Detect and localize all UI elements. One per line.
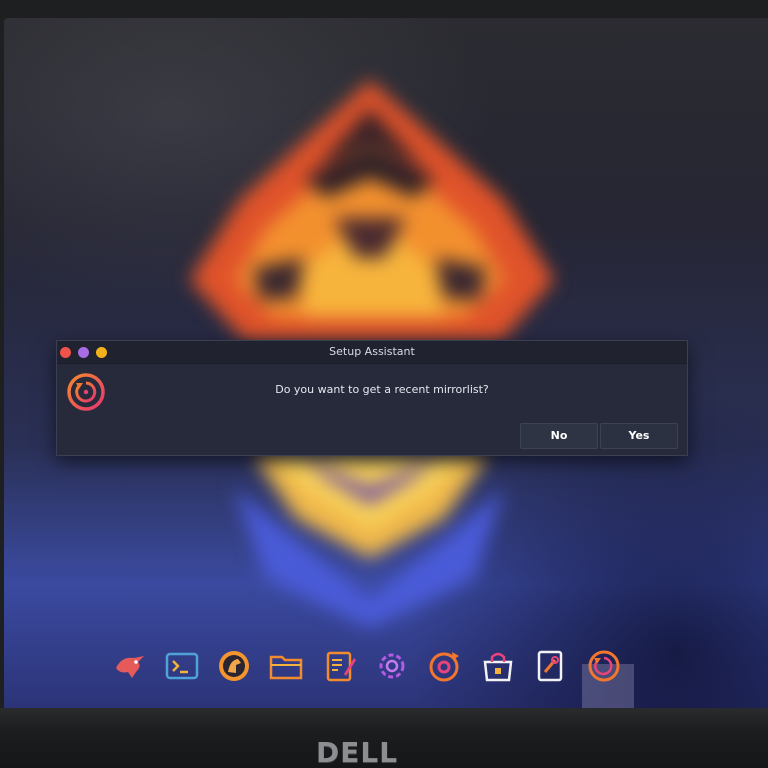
dialog-titlebar[interactable]: Setup Assistant — [57, 341, 687, 364]
dialog-message: Do you want to get a recent mirrorlist? — [275, 383, 489, 396]
monitor-brand-logo: DELL — [316, 736, 399, 768]
tool-card-icon[interactable] — [530, 646, 570, 686]
no-button[interactable]: No — [520, 423, 598, 449]
monitor: Setup Assistant Do you want to get a rec… — [0, 0, 768, 768]
eagle-icon[interactable] — [110, 646, 150, 686]
horse-globe-icon[interactable] — [214, 646, 254, 686]
store-bag-icon[interactable] — [478, 646, 518, 686]
terminal-icon[interactable] — [162, 646, 202, 686]
edit-icon[interactable] — [320, 646, 360, 686]
refresh-disc-icon[interactable] — [424, 646, 464, 686]
setup-dialog: Setup Assistant Do you want to get a rec… — [56, 340, 688, 456]
gear-icon[interactable] — [372, 646, 412, 686]
dialog-title: Setup Assistant — [329, 345, 415, 358]
yes-button[interactable]: Yes — [600, 423, 678, 449]
folder-icon[interactable] — [266, 646, 306, 686]
restore-icon[interactable] — [584, 646, 624, 686]
